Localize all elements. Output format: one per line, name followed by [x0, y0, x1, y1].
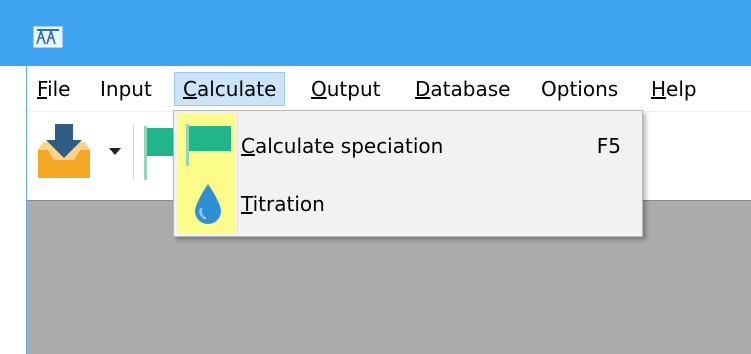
chevron-down-icon[interactable]	[108, 146, 122, 156]
menu-item-label: Titration	[241, 192, 325, 216]
green-flag-icon	[186, 124, 231, 166]
import-tray-icon[interactable]	[35, 122, 93, 180]
window-frame-left	[0, 66, 27, 354]
shortcut-label: F5	[596, 134, 621, 158]
menu-item-calculate-speciation[interactable]: Calculate speciation F5	[177, 117, 639, 175]
calculate-dropdown-menu: Calculate speciation F5 Titration	[173, 110, 643, 237]
menu-output[interactable]: Output	[303, 72, 388, 106]
menu-help[interactable]: Help	[643, 72, 705, 106]
menu-calculate[interactable]: Calculate	[174, 72, 286, 106]
app-icon[interactable]	[33, 26, 63, 48]
menu-item-titration[interactable]: Titration	[177, 175, 639, 233]
menu-database[interactable]: Database	[407, 72, 518, 106]
menu-item-label: Calculate speciation	[241, 134, 444, 158]
menu-input[interactable]: Input	[92, 72, 160, 106]
menu-file[interactable]: File	[29, 72, 78, 106]
menu-bar: File Input Calculate Output Database Opt…	[27, 66, 751, 112]
menu-options[interactable]: Options	[533, 72, 626, 106]
water-drop-icon	[195, 184, 221, 224]
title-bar	[0, 0, 751, 66]
toolbar-separator	[133, 124, 134, 180]
